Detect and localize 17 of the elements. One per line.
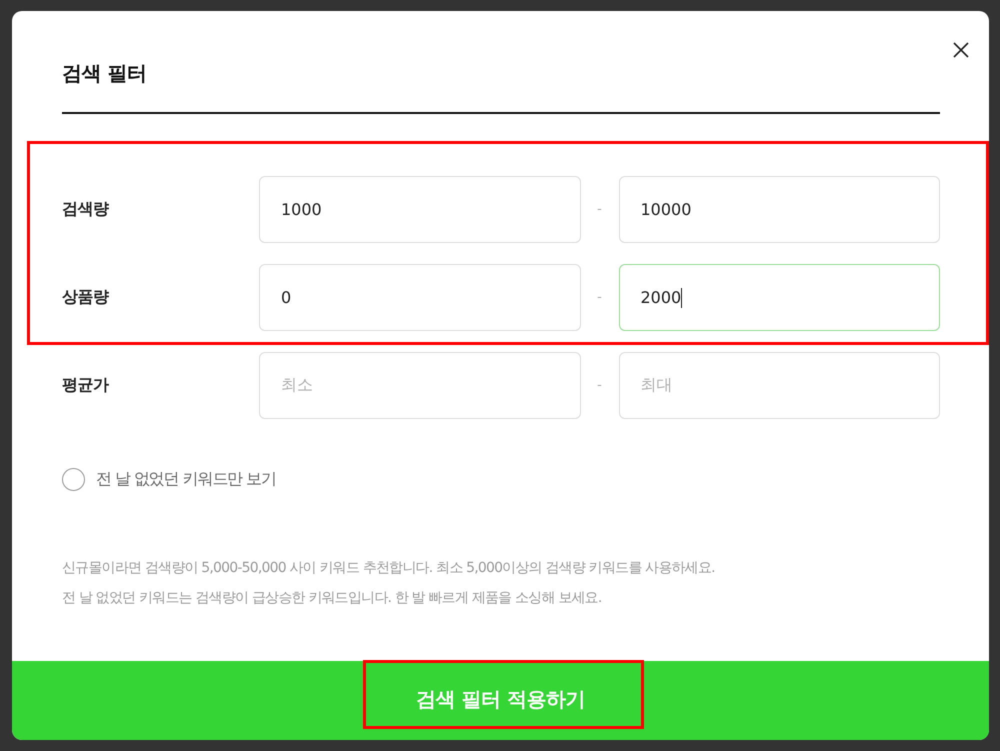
option-label[interactable]: 전 날 없었던 키워드만 보기 [96, 469, 276, 490]
text-cursor-icon [681, 288, 682, 308]
help-text: 신규몰이라면 검색량이 5,000-50,000 사이 키워드 추천합니다. 최소 5,000이상의 검색량 키워드를 사용하세요. [62, 559, 715, 578]
field-label: 평균가 [62, 375, 108, 396]
field-label: 상품량 [62, 287, 108, 308]
input-field[interactable]: 10000 [618, 176, 940, 243]
help-text: 전 날 없었던 키워드는 검색량이 급상승한 키워드입니다. 한 발 빠르게 제품을 소싱해 보세요. [62, 589, 602, 608]
range-separator: - [597, 290, 602, 305]
radio-button[interactable] [62, 468, 85, 491]
input-field[interactable]: 1000 [259, 176, 580, 243]
input-field[interactable]: 2000 [618, 264, 940, 331]
range-separator: - [597, 202, 602, 217]
dialog-title: 검색 필터 [62, 61, 146, 85]
field-label: 검색량 [62, 199, 108, 220]
close-icon [953, 42, 969, 58]
input-field[interactable]: 0 [259, 264, 580, 331]
range-separator: - [597, 378, 602, 393]
